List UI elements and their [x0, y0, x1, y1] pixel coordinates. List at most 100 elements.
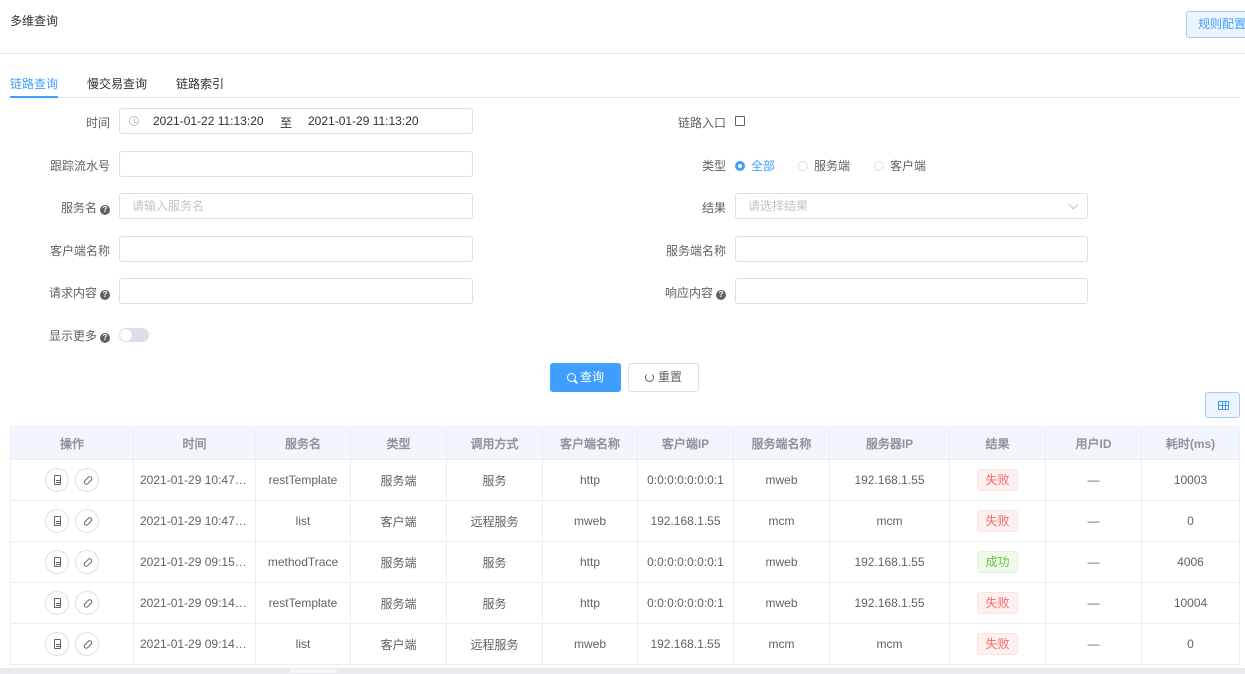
- cell-client-ip: 0:0:0:0:0:0:0:1: [637, 582, 734, 624]
- cell-server: mweb: [733, 582, 830, 624]
- service-name-input[interactable]: 请输入服务名: [119, 193, 473, 219]
- type-radio-all[interactable]: 全部: [735, 157, 775, 173]
- page: 多维查询 规则配置 链路查询 慢交易查询 链路索引 时间 2021-01-22 …: [0, 0, 1245, 674]
- cell-call: 服务: [446, 582, 543, 624]
- table-row: 2021-01-29 09:14:20 restTemplate 服务端 服务 http…: [10, 582, 1240, 624]
- cell-service: restTemplate: [255, 459, 351, 501]
- column-header[interactable]: 调用方式: [446, 426, 543, 460]
- column-header[interactable]: 服务名: [255, 426, 351, 460]
- time-range-picker[interactable]: 2021-01-22 11:13:20 至 2021-01-29 11:13:2…: [119, 108, 473, 134]
- document-icon: [54, 516, 61, 526]
- type-radio-server[interactable]: 服务端: [798, 157, 850, 173]
- column-header[interactable]: 时间: [133, 426, 256, 460]
- page-header: 多维查询 规则配置: [0, 0, 1245, 54]
- type-radio-client[interactable]: 客户端: [874, 157, 926, 173]
- cell-cost: 10003: [1141, 459, 1240, 501]
- column-header[interactable]: 耗时(ms): [1141, 426, 1240, 460]
- tab-trace-index[interactable]: 链路索引: [176, 75, 224, 98]
- trace-id-input[interactable]: [119, 151, 473, 177]
- trace-table: 操作 时间 服务名 类型 调用方式 客户端名称 客户端IP 服务端名称 服务器I…: [10, 426, 1240, 665]
- cell-client-ip: 0:0:0:0:0:0:0:1: [637, 459, 734, 501]
- trace-link-button[interactable]: [75, 509, 99, 533]
- cell-cost: 10004: [1141, 582, 1240, 624]
- cell-type: 服务端: [350, 459, 447, 501]
- link-icon: [82, 475, 94, 486]
- help-icon[interactable]: ?: [100, 205, 110, 215]
- document-icon: [54, 475, 61, 485]
- result-select[interactable]: 请选择结果: [735, 193, 1088, 219]
- cell-type: 客户端: [350, 500, 447, 542]
- request-content-label: 请求内容?: [49, 284, 110, 301]
- table-row: 2021-01-29 10:47:29 restTemplate 服务端 服务 http…: [10, 459, 1240, 501]
- document-icon: [54, 598, 61, 608]
- column-header[interactable]: 用户ID: [1045, 426, 1142, 460]
- status-badge: 失败: [977, 510, 1018, 532]
- tab-trace-query[interactable]: 链路查询: [10, 75, 59, 98]
- detail-button[interactable]: [45, 550, 69, 574]
- document-icon: [54, 639, 61, 649]
- status-badge: 失败: [977, 592, 1018, 614]
- cell-client: http: [542, 459, 638, 501]
- tab-bar: 链路查询 慢交易查询 链路索引: [10, 72, 1240, 98]
- document-icon: [54, 557, 61, 567]
- row-actions: [10, 582, 134, 624]
- detail-button[interactable]: [45, 591, 69, 615]
- trace-link-button[interactable]: [75, 632, 99, 656]
- trace-entry-checkbox[interactable]: [735, 116, 745, 126]
- column-header[interactable]: 服务器IP: [829, 426, 950, 460]
- column-header[interactable]: 客户端名称: [542, 426, 638, 460]
- cell-server: mcm: [733, 500, 830, 542]
- cell-user: —: [1045, 582, 1142, 624]
- server-name-input[interactable]: [735, 236, 1088, 262]
- row-actions: [10, 623, 134, 665]
- column-header[interactable]: 类型: [350, 426, 447, 460]
- cell-client: mweb: [542, 500, 638, 542]
- column-header[interactable]: 客户端IP: [637, 426, 734, 460]
- detail-button[interactable]: [45, 468, 69, 492]
- tab-slow-transaction[interactable]: 慢交易查询: [87, 75, 147, 98]
- rule-config-button[interactable]: 规则配置: [1186, 11, 1245, 38]
- cell-client: http: [542, 541, 638, 583]
- detail-button[interactable]: [45, 509, 69, 533]
- cell-service: list: [255, 500, 351, 542]
- cell-server-ip: mcm: [829, 500, 950, 542]
- client-name-input[interactable]: [119, 236, 473, 262]
- cell-server-ip: 192.168.1.55: [829, 459, 950, 501]
- trace-link-button[interactable]: [75, 468, 99, 492]
- table-header-row: 操作 时间 服务名 类型 调用方式 客户端名称 客户端IP 服务端名称 服务器I…: [10, 426, 1240, 460]
- detail-button[interactable]: [45, 632, 69, 656]
- cell-service: methodTrace: [255, 541, 351, 583]
- cell-result: 失败: [949, 623, 1046, 665]
- time-end[interactable]: 2021-01-29 11:13:20: [308, 114, 419, 128]
- column-header[interactable]: 服务端名称: [733, 426, 830, 460]
- cell-call: 远程服务: [446, 623, 543, 665]
- table-row: 2021-01-29 09:14:10 list 客户端 远程服务 mweb 192.16…: [10, 623, 1240, 665]
- scrollbar-thumb[interactable]: [290, 669, 337, 673]
- cell-time: 2021-01-29 09:14:10: [133, 623, 256, 665]
- column-header[interactable]: 结果: [949, 426, 1046, 460]
- horizontal-scrollbar[interactable]: [0, 668, 1245, 674]
- cell-server: mweb: [733, 459, 830, 501]
- trace-link-button[interactable]: [75, 591, 99, 615]
- reset-button[interactable]: 重置: [628, 363, 699, 392]
- time-label: 时间: [85, 116, 110, 130]
- query-button[interactable]: 查询: [550, 363, 621, 392]
- request-content-input[interactable]: [119, 278, 473, 304]
- show-more-switch[interactable]: [119, 328, 149, 342]
- cell-type: 服务端: [350, 582, 447, 624]
- help-icon[interactable]: ?: [716, 290, 726, 300]
- status-badge: 失败: [977, 633, 1018, 655]
- response-content-input[interactable]: [735, 278, 1088, 304]
- help-icon[interactable]: ?: [100, 290, 110, 300]
- cell-call: 服务: [446, 541, 543, 583]
- cell-user: —: [1045, 500, 1142, 542]
- refresh-icon: [644, 373, 654, 382]
- column-settings-button[interactable]: [1205, 392, 1240, 418]
- time-start[interactable]: 2021-01-22 11:13:20: [153, 114, 264, 128]
- cell-client-ip: 192.168.1.55: [637, 500, 734, 542]
- chevron-down-icon: [1068, 199, 1079, 210]
- help-icon[interactable]: ?: [100, 333, 110, 343]
- cell-service: restTemplate: [255, 582, 351, 624]
- trace-link-button[interactable]: [75, 550, 99, 574]
- cell-server: mweb: [733, 541, 830, 583]
